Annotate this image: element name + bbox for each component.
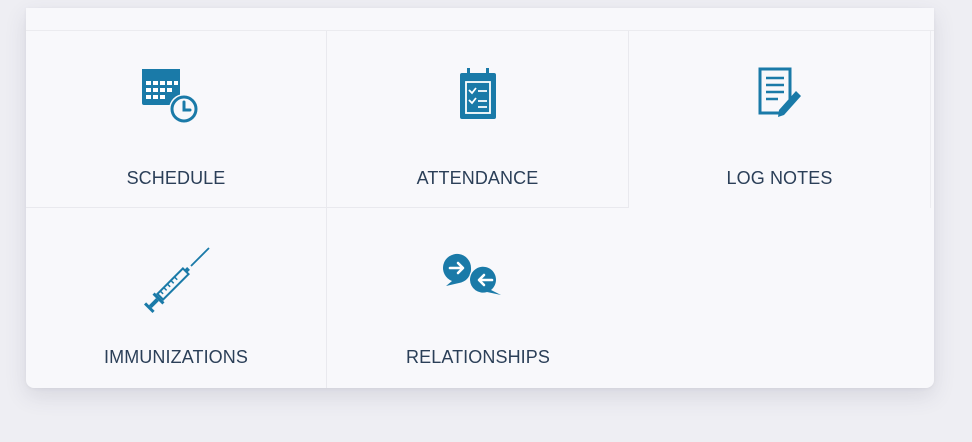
card-header-strip bbox=[26, 8, 934, 31]
calendar-clock-icon bbox=[142, 69, 199, 124]
tile-label-relationships: RELATIONSHIPS bbox=[406, 347, 550, 367]
tile-label-attendance: ATTENDANCE bbox=[416, 168, 539, 188]
chat-bubbles-exchange-icon bbox=[443, 253, 501, 295]
notes-pencil-icon bbox=[758, 67, 801, 117]
tile-log-notes[interactable]: LOG NOTES bbox=[629, 31, 931, 208]
syringe-icon bbox=[144, 247, 210, 313]
tile-relationships[interactable]: RELATIONSHIPS bbox=[327, 208, 629, 388]
tile-label-immunizations: IMMUNIZATIONS bbox=[104, 347, 248, 367]
calendar-checklist-icon bbox=[459, 68, 496, 119]
tile-empty bbox=[629, 208, 934, 388]
tile-attendance[interactable]: ATTENDANCE bbox=[327, 31, 629, 208]
tile-schedule[interactable]: SCHEDULE bbox=[26, 31, 327, 208]
tile-immunizations[interactable]: IMMUNIZATIONS bbox=[26, 208, 327, 388]
tile-label-log-notes: LOG NOTES bbox=[726, 168, 833, 188]
tile-label-schedule: SCHEDULE bbox=[126, 168, 226, 188]
menu-card: SCHEDULE ATTENDANCE LOG NOTES IMMUNIZATI… bbox=[26, 8, 934, 388]
